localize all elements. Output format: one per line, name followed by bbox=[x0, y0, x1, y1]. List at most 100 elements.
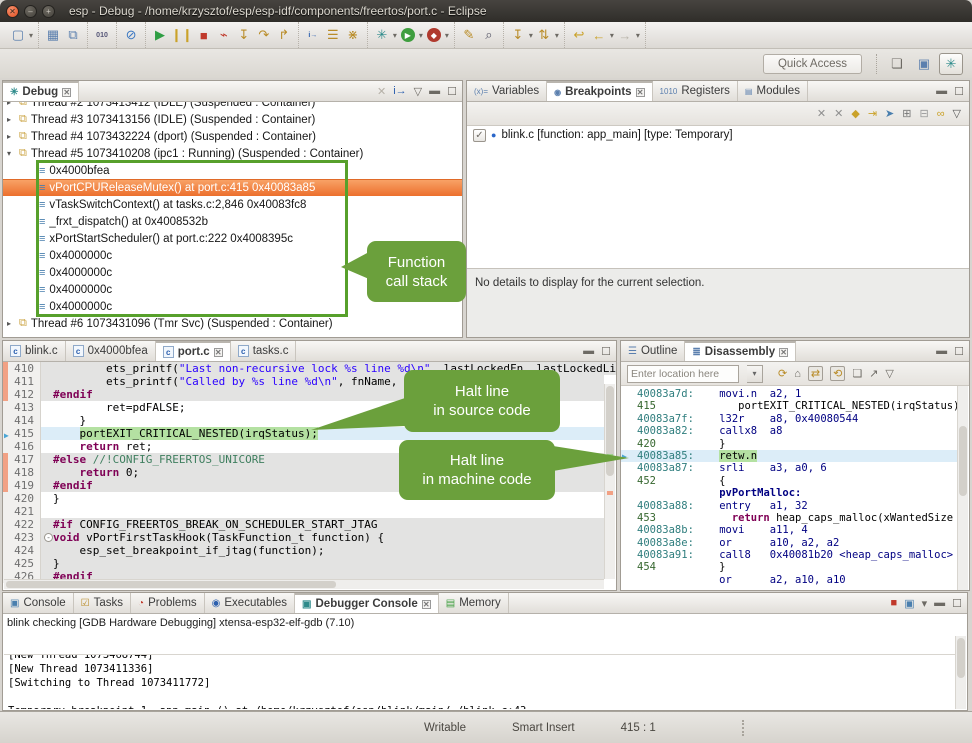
binary-icon[interactable]: 010 bbox=[93, 25, 111, 45]
disassembly-row[interactable]: 420 } bbox=[621, 438, 958, 450]
disassembly-row[interactable]: 453 return heap_caps_malloc(xWantedSize bbox=[621, 512, 958, 524]
breakpoint-item[interactable]: ✓ ● blink.c [function: app_main] [type: … bbox=[467, 126, 969, 144]
debug-dropdown-icon[interactable]: ▾ bbox=[393, 31, 397, 40]
expand-all-icon[interactable]: ⊞ bbox=[902, 107, 911, 120]
thread-row[interactable]: ▸⧉Thread #3 1073413156 (IDLE) (Suspended… bbox=[3, 111, 462, 128]
debug-perspective-icon[interactable]: ✳ bbox=[939, 53, 963, 75]
profile-icon[interactable]: ◆ bbox=[425, 25, 443, 45]
disassembly-scrollbar[interactable] bbox=[957, 386, 968, 590]
tab-problems[interactable]: ◔Problems bbox=[131, 593, 205, 613]
show-breakpoints-for-icon[interactable]: ◆ bbox=[851, 107, 859, 120]
skip-all-breakpoints-icon[interactable]: ⊘ bbox=[122, 25, 140, 45]
minimize-icon[interactable]: ▬ bbox=[934, 597, 945, 609]
add-bookmark-icon[interactable]: ↧ bbox=[509, 25, 527, 45]
console-output[interactable]: [New Thread 1073468744][New Thread 10734… bbox=[4, 654, 955, 709]
thread-row[interactable]: ▸⧉Thread #4 1073432224 (dport) (Suspende… bbox=[3, 128, 462, 145]
refresh-icon[interactable]: ⟳ bbox=[778, 367, 787, 380]
maximize-icon[interactable]: ☐ bbox=[954, 345, 964, 358]
maximize-window-icon[interactable]: + bbox=[42, 5, 55, 18]
resume-icon[interactable]: ▶ bbox=[151, 25, 169, 45]
line-number[interactable]: 417 bbox=[3, 453, 41, 466]
view-menu-icon[interactable]: ▽ bbox=[885, 367, 893, 380]
tab-registers[interactable]: 1010Registers bbox=[653, 81, 738, 101]
open-new-view-icon[interactable]: ❏ bbox=[852, 367, 862, 380]
add-bookmark-dropdown-icon[interactable]: ▾ bbox=[529, 31, 533, 40]
minimize-icon[interactable]: ▬ bbox=[936, 85, 947, 97]
terminate-icon[interactable]: ■ bbox=[891, 597, 898, 609]
disassembly-row[interactable]: 454 } bbox=[621, 561, 958, 573]
tab-debug[interactable]: ✳ Debug ✕ bbox=[3, 81, 79, 101]
disassembly-row[interactable]: pvPortMalloc: bbox=[621, 487, 958, 499]
close-icon[interactable]: ✕ bbox=[214, 348, 223, 357]
line-number[interactable]: 420 bbox=[3, 492, 41, 505]
tab-executables[interactable]: ◉Executables bbox=[205, 593, 295, 613]
instruction-stepping-icon[interactable]: i→ bbox=[304, 25, 322, 45]
line-number[interactable]: 411 bbox=[3, 375, 41, 388]
close-icon[interactable]: ✕ bbox=[636, 88, 645, 97]
tab-tasks-c[interactable]: ctasks.c bbox=[231, 341, 297, 361]
location-dropdown-icon[interactable]: ▾ bbox=[747, 365, 763, 383]
back-icon[interactable]: ← bbox=[590, 25, 608, 45]
tab-breakpoints[interactable]: ◉Breakpoints✕ bbox=[547, 81, 652, 101]
go-to-file-icon[interactable]: ⇥ bbox=[868, 107, 877, 120]
remove-breakpoint-icon[interactable]: ✕ bbox=[817, 107, 826, 120]
quick-access-button[interactable]: Quick Access bbox=[763, 54, 862, 74]
tab-disassembly[interactable]: ≣Disassembly✕ bbox=[685, 341, 796, 361]
show-source-icon[interactable]: ⇄ bbox=[808, 366, 823, 381]
console-scrollbar[interactable] bbox=[955, 636, 966, 709]
close-window-icon[interactable]: ✕ bbox=[6, 5, 19, 18]
disassembly-row[interactable]: 40083a8e: or a10, a2, a2 bbox=[621, 537, 958, 549]
forward-icon[interactable]: → bbox=[616, 25, 634, 45]
close-icon[interactable]: ✕ bbox=[62, 88, 71, 97]
suspend-icon[interactable]: ❙❙ bbox=[171, 25, 193, 45]
fold-icon[interactable]: - bbox=[44, 533, 53, 542]
line-number[interactable]: 413 bbox=[3, 401, 41, 414]
disassembly-row[interactable]: or a2, a10, a10 bbox=[621, 574, 958, 586]
back-dropdown-icon[interactable]: ▾ bbox=[610, 31, 614, 40]
tab-port-c[interactable]: cport.c✕ bbox=[156, 341, 231, 361]
thread-row[interactable]: ▸⧉Thread #2 1073413412 (IDLE) (Suspended… bbox=[3, 102, 462, 111]
display-selected-console-icon[interactable]: ▣ bbox=[904, 597, 914, 610]
line-number[interactable]: 418 bbox=[3, 466, 41, 479]
code-line-424[interactable]: 424 esp_set_breakpoint_if_jtag(function)… bbox=[3, 544, 604, 557]
home-icon[interactable]: ⌂ bbox=[794, 368, 801, 380]
tab-0x4000bfea[interactable]: c0x4000bfea bbox=[66, 341, 156, 361]
disassembly-row[interactable]: 40083a8b: movi a11, 4 bbox=[621, 524, 958, 536]
close-icon[interactable]: ✕ bbox=[422, 600, 431, 609]
close-icon[interactable]: ✕ bbox=[779, 348, 788, 357]
view-menu-icon[interactable]: ▽ bbox=[414, 85, 422, 98]
tab-blink-c[interactable]: cblink.c bbox=[3, 341, 66, 361]
instruction-stepping-mode-icon[interactable]: i→ bbox=[393, 85, 406, 97]
maximize-icon[interactable]: ☐ bbox=[447, 85, 457, 98]
debug-icon[interactable]: ✳ bbox=[373, 25, 391, 45]
remove-all-breakpoints-icon[interactable]: ✕ bbox=[834, 107, 843, 120]
line-number[interactable]: 424 bbox=[3, 544, 41, 557]
minimize-icon[interactable]: ▬ bbox=[429, 85, 440, 97]
forward-dropdown-icon[interactable]: ▾ bbox=[636, 31, 640, 40]
minimize-icon[interactable]: ▬ bbox=[583, 345, 594, 357]
terminate-icon[interactable]: ■ bbox=[195, 25, 213, 45]
collapse-all-icon[interactable]: ⊟ bbox=[919, 107, 928, 120]
maximize-icon[interactable]: ☐ bbox=[954, 85, 964, 98]
drop-to-frame-icon[interactable]: ☰ bbox=[324, 25, 342, 45]
new-icon[interactable]: ▢ bbox=[9, 25, 27, 45]
stack-frame-row[interactable]: ≡_frxt_dispatch() at 0x4008532b bbox=[3, 213, 462, 230]
code-line-423[interactable]: 423-void vPortFirstTaskHook(TaskFunction… bbox=[3, 531, 604, 544]
editor-horizontal-scrollbar[interactable] bbox=[4, 579, 604, 589]
new-dropdown-icon[interactable]: ▾ bbox=[29, 31, 33, 40]
maximize-icon[interactable]: ☐ bbox=[601, 345, 611, 358]
profile-dropdown-icon[interactable]: ▾ bbox=[445, 31, 449, 40]
location-input[interactable]: Enter location here bbox=[627, 365, 739, 383]
remove-all-terminated-icon[interactable]: ✕ bbox=[377, 85, 386, 98]
disassembly-row[interactable]: 40083a87: srli a3, a0, 6 bbox=[621, 462, 958, 474]
step-into-icon[interactable]: ↧ bbox=[235, 25, 253, 45]
disassembly-row[interactable]: 452 { bbox=[621, 475, 958, 487]
step-over-icon[interactable]: ↷ bbox=[255, 25, 273, 45]
disassembly-row[interactable]: 415 portEXIT_CRITICAL_NESTED(irqStatus) bbox=[621, 400, 958, 412]
disassembly-row[interactable]: 40083a7d: movi.n a2, 1 bbox=[621, 388, 958, 400]
code-line-421[interactable]: 421 bbox=[3, 505, 604, 518]
minimize-window-icon[interactable]: – bbox=[24, 5, 37, 18]
tab-debugger-console[interactable]: ▣Debugger Console✕ bbox=[295, 593, 439, 613]
breakpoint-checkbox[interactable]: ✓ bbox=[473, 129, 486, 142]
disassembly-row[interactable]: 40083a7f: l32r a8, 0x40080544 bbox=[621, 413, 958, 425]
